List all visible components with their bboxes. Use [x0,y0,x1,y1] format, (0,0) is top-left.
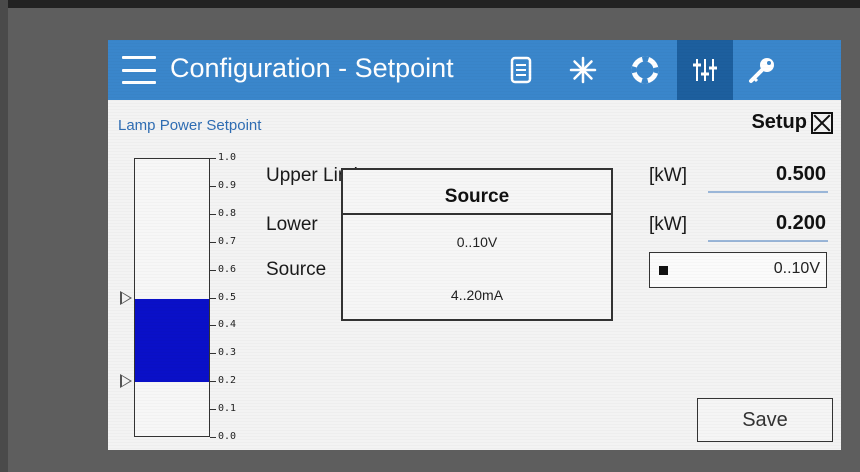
popup-option-4-20ma[interactable]: 4..20mA [343,287,611,303]
source-popup: Source 0..10V 4..20mA [341,168,613,321]
lower-unit: [kW] [649,214,687,235]
setup-label: Setup [751,111,807,133]
select-indicator-icon [659,266,668,275]
lower-limit-marker-icon[interactable] [120,374,132,389]
scale-label: 0.7 [218,235,237,247]
upper-limit-value[interactable]: 0.500 [708,163,828,193]
menu-icon[interactable] [122,56,156,84]
source-selected-value: 0..10V [773,260,820,277]
scale-tick [210,185,216,187]
page-title: Configuration - Setpoint [170,53,454,83]
setup-checkbox[interactable] [811,111,833,134]
lower-limit-value[interactable]: 0.200 [708,212,828,242]
scale-tick [210,325,216,327]
lower-limit-label: Lower [266,214,318,235]
setup-toggle[interactable]: Setup [751,111,833,134]
scale-tick [210,241,216,243]
source-select[interactable]: 0..10V [649,252,827,288]
scale-tick [210,437,216,438]
popup-option-0-10v[interactable]: 0..10V [343,234,611,250]
list-icon[interactable] [493,40,549,100]
scale-label: 0.1 [218,403,237,415]
sliders-icon[interactable] [677,40,733,100]
star-icon[interactable] [555,40,611,100]
scale-tick [210,213,216,215]
gauge-fill [135,298,209,383]
scale-label: 0.0 [218,431,237,442]
scale-label: 0.6 [218,263,237,275]
bezel-left [0,0,8,472]
key-icon[interactable] [734,40,790,100]
scale-label: 0.8 [218,207,237,219]
bezel-top [0,0,860,8]
scale-tick [210,297,216,299]
lifebuoy-icon[interactable] [617,40,673,100]
scale-tick [210,269,216,271]
save-button[interactable]: Save [697,398,833,442]
upper-unit: [kW] [649,165,687,186]
scale-tick [210,409,216,411]
scale-tick [210,158,216,159]
scale-label: 1.0 [218,152,237,163]
title-bar: Configuration - Setpoint [108,40,841,100]
scale-label: 0.3 [218,347,237,359]
power-bar-gauge [134,158,210,437]
source-label: Source [266,259,327,280]
scale-tick [210,353,216,355]
scale-label: 0.4 [218,319,237,331]
scale-label: 0.9 [218,179,237,191]
popup-title: Source [343,170,611,215]
section-title: Lamp Power Setpoint [118,117,262,134]
scale-tick [210,381,216,383]
screen: Configuration - Setpoint Lamp Power Setp… [108,40,841,450]
scale-label: 0.5 [218,291,237,303]
upper-limit-marker-icon[interactable] [120,290,132,305]
scale-label: 0.2 [218,375,237,387]
